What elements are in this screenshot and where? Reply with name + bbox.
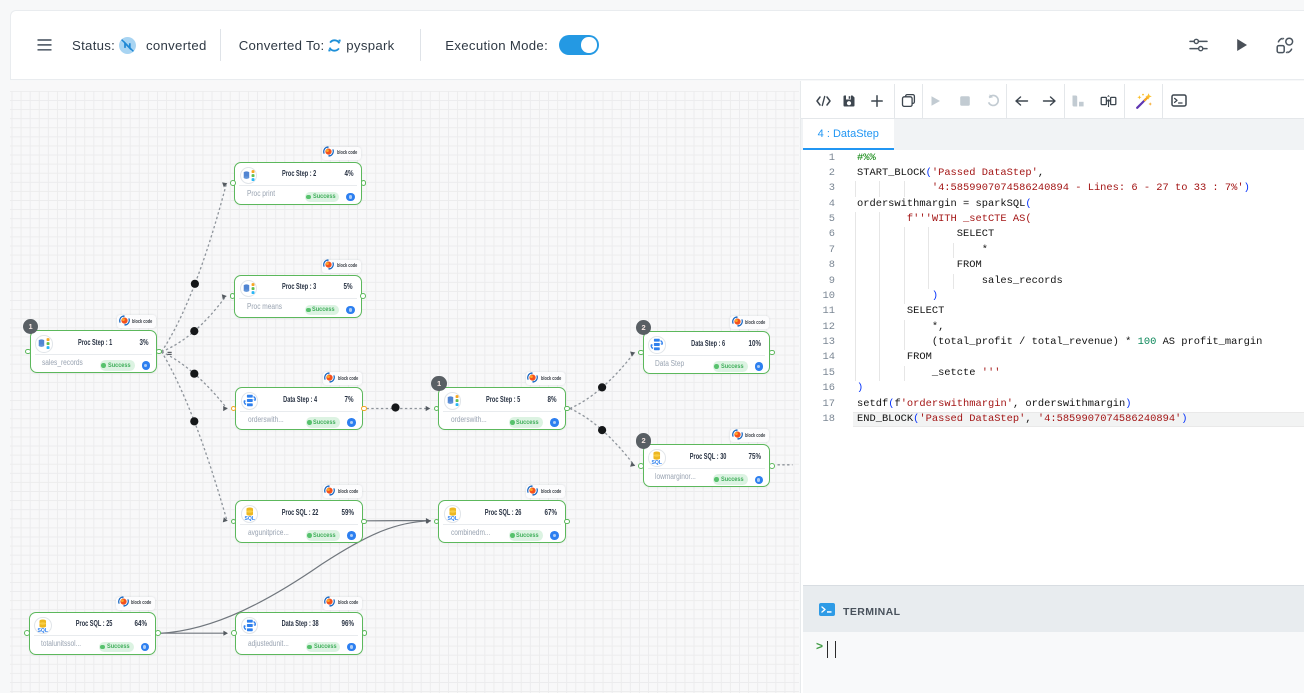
svg-text:SQL: SQL	[244, 516, 254, 522]
svg-text:SQL: SQL	[652, 460, 662, 466]
svg-text:SQL: SQL	[447, 516, 457, 522]
svg-text:SQL: SQL	[38, 628, 48, 634]
